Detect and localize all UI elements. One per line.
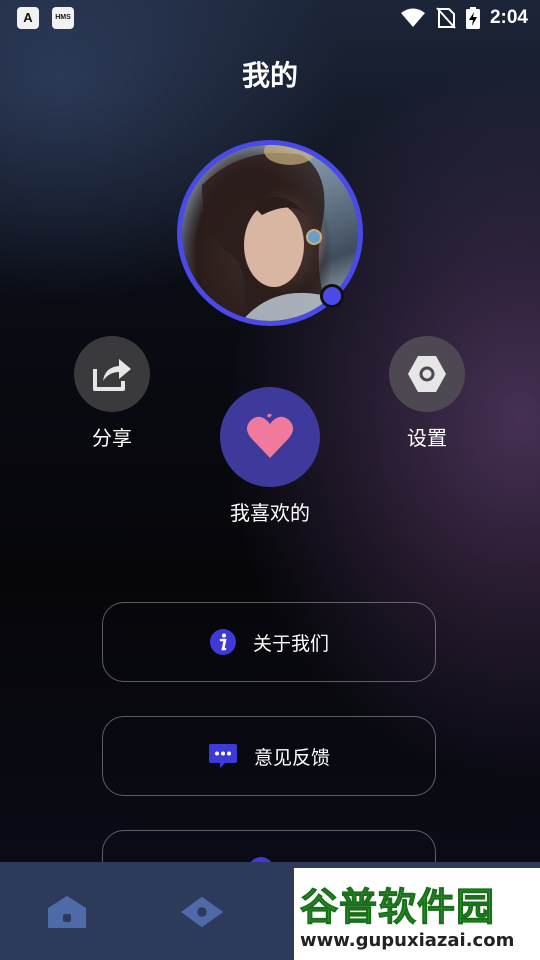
clock: 2:04 <box>489 7 528 28</box>
status-icons: 2:04 <box>400 6 528 30</box>
avatar-status-dot <box>320 284 344 308</box>
watermark-title: 谷普软件园 <box>299 885 496 930</box>
home-icon <box>48 896 86 928</box>
share-icon <box>93 359 131 391</box>
discover-icon <box>180 896 224 928</box>
heart-icon <box>247 413 293 458</box>
nav-discover[interactable] <box>180 890 224 934</box>
favorites-label: 我喜欢的 <box>230 501 310 525</box>
status-bar: A HMS 2:04 <box>0 0 540 36</box>
gear-icon <box>408 356 446 392</box>
nav-home[interactable] <box>45 890 89 934</box>
wifi-icon <box>400 8 425 27</box>
watermark-url: www.gupuxiazai.com <box>300 930 515 951</box>
feedback-label: 意见反馈 <box>253 746 330 769</box>
share-label: 分享 <box>92 426 132 450</box>
share-button[interactable]: 分享 <box>60 336 164 451</box>
settings-label: 设置 <box>407 426 447 450</box>
favorites-button[interactable]: 我喜欢的 <box>210 387 330 526</box>
no-sim-icon <box>436 7 456 29</box>
hms-notification-icon: HMS <box>52 7 74 29</box>
watermark: 谷普软件园 www.gupuxiazai.com <box>294 868 540 960</box>
settings-button[interactable]: 设置 <box>375 336 479 451</box>
settings-circle[interactable] <box>389 336 465 412</box>
favorites-circle[interactable] <box>220 387 320 487</box>
share-circle[interactable] <box>74 336 150 412</box>
about-us-label: 关于我们 <box>252 632 329 655</box>
app-notification-icon: A <box>17 7 39 29</box>
page-title: 我的 <box>241 59 298 92</box>
about-us-button[interactable]: 关于我们 <box>102 602 436 682</box>
info-icon <box>209 629 236 655</box>
feedback-icon <box>208 744 237 768</box>
battery-charging-icon <box>465 7 480 29</box>
feedback-button[interactable]: 意见反馈 <box>102 716 436 796</box>
